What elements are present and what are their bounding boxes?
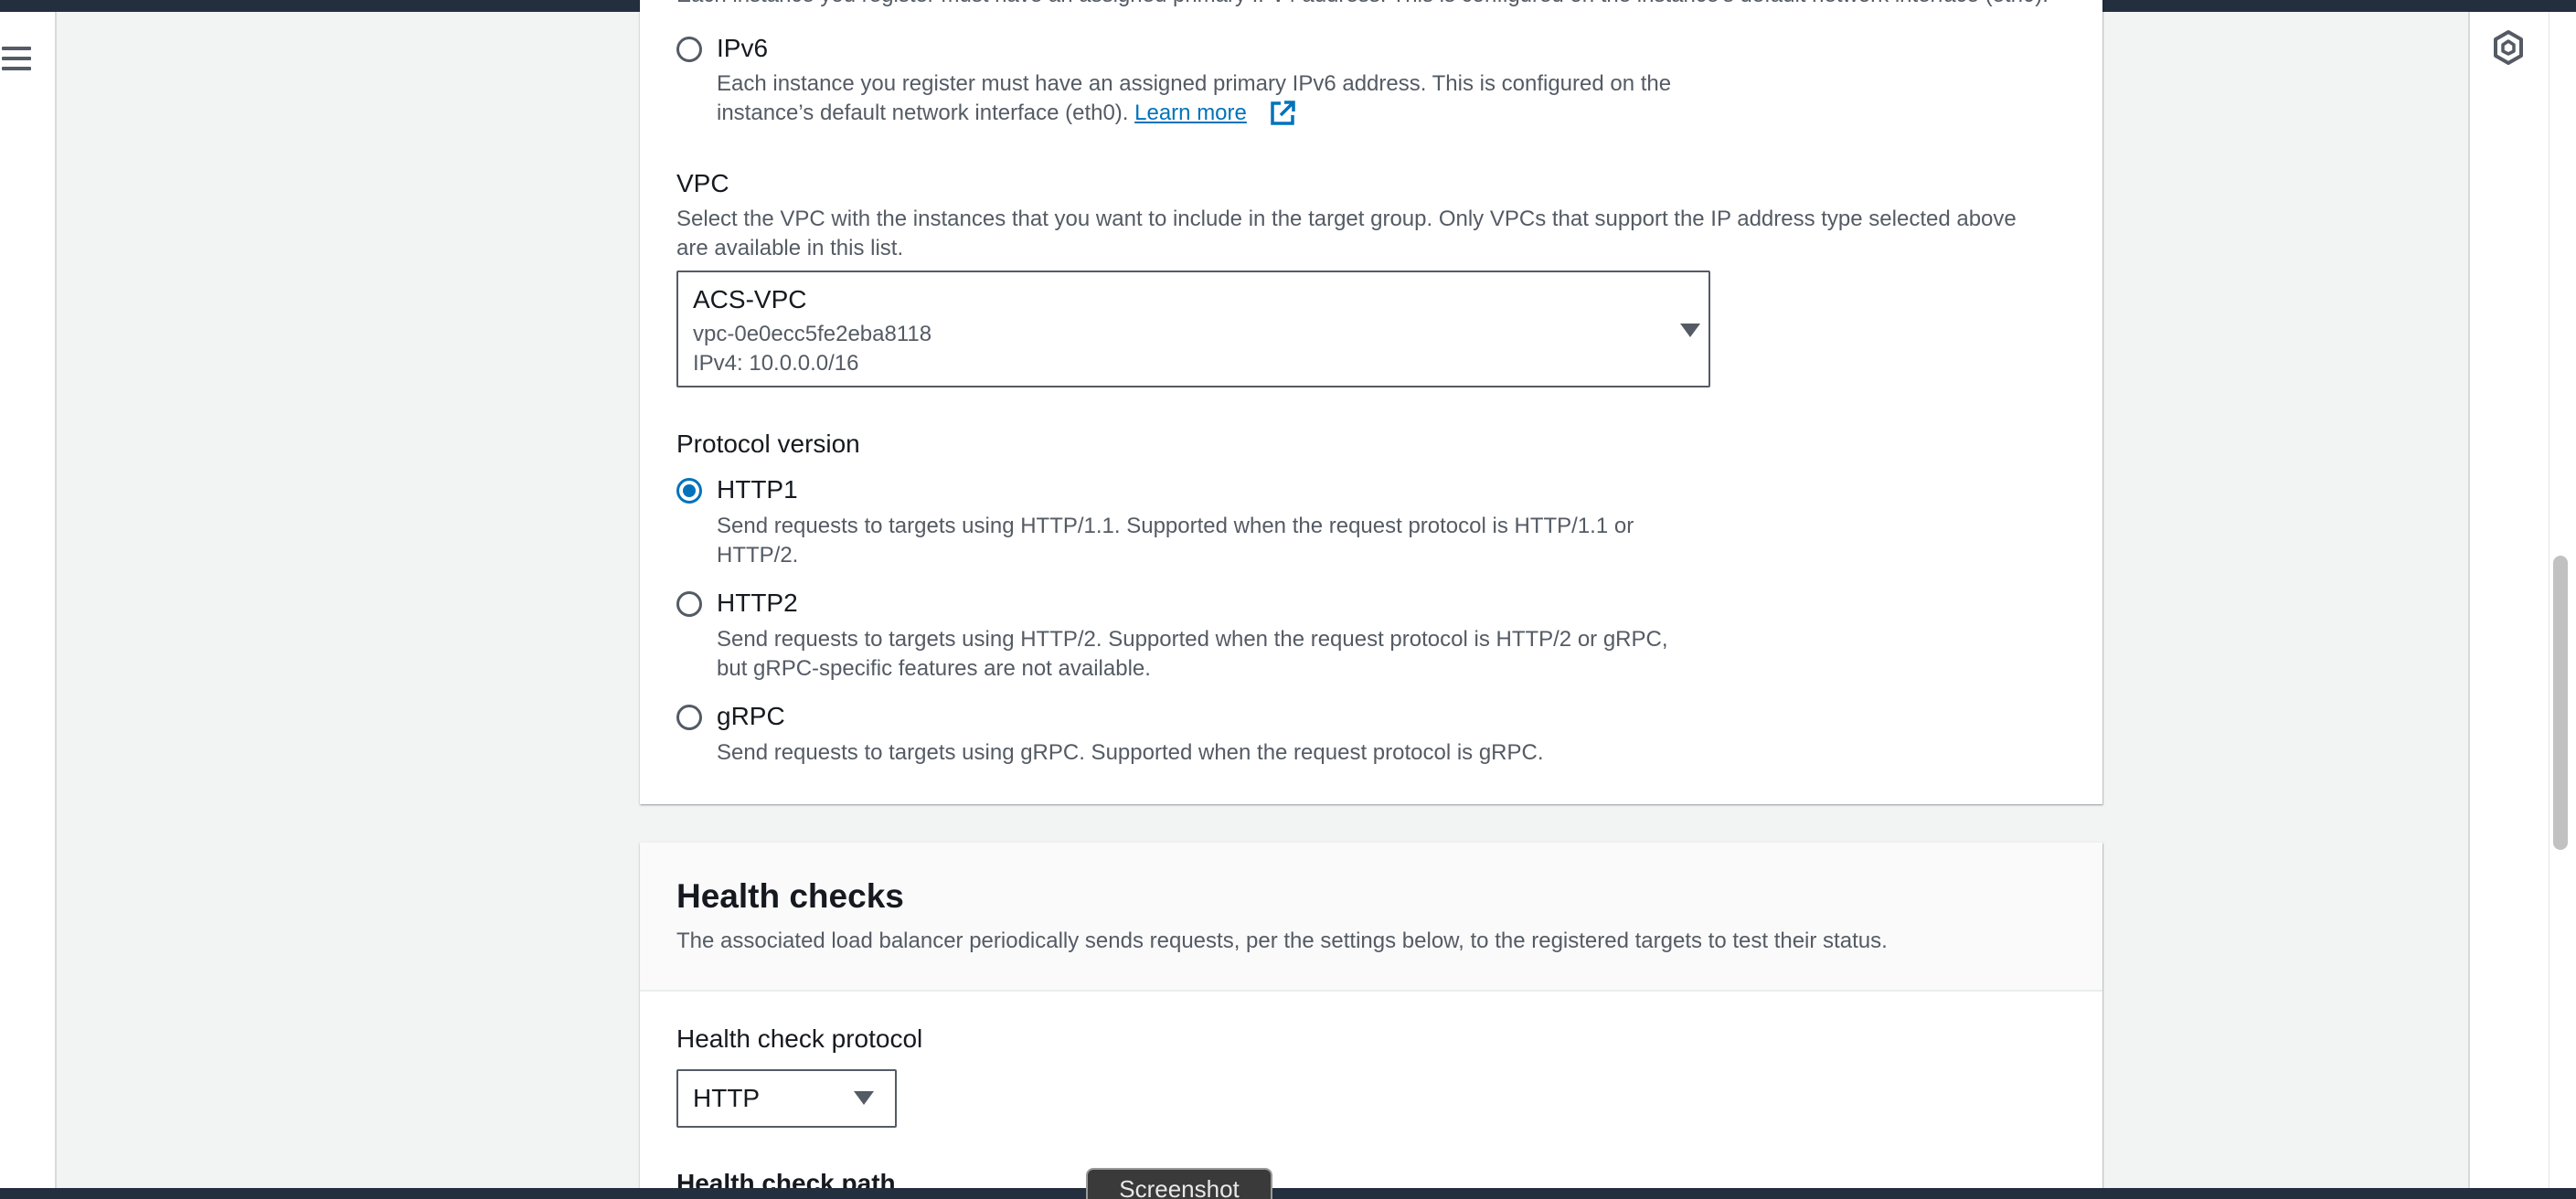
vpc-selected-cidr: IPv4: 10.0.0.0/16 [693,351,859,376]
screenshot-tooltip[interactable]: Screenshot [1086,1168,1272,1199]
radio-http2-label: HTTP2 [717,589,798,617]
scrollbar-thumb[interactable] [2553,556,2568,850]
vpc-selected-id: vpc-0e0ecc5fe2eba8118 [693,322,932,346]
http1-description-line2: HTTP/2. [717,543,799,568]
vpc-select[interactable]: ACS-VPC vpc-0e0ecc5fe2eba8118 IPv4: 10.0… [676,271,1710,387]
health-checks-title: Health checks [676,877,904,915]
radio-http1-label: HTTP1 [717,475,798,504]
left-navigation-rail [0,12,57,1188]
vpc-selected-name: ACS-VPC [693,285,807,313]
caret-down-icon [1680,324,1700,337]
http2-description-line2: but gRPC-specific features are not avail… [717,656,1151,681]
external-link-icon[interactable] [1269,100,1296,127]
caret-down-icon [854,1091,874,1105]
health-checks-header: Health checks The associated load balanc… [640,843,2102,992]
protocol-version-label: Protocol version [676,430,860,458]
vpc-description-line1: Select the VPC with the instances that y… [676,207,2017,231]
ipv6-description-line1: Each instance you register must have an … [717,71,1672,96]
radio-grpc-label: gRPC [717,702,785,730]
radio-ipv6[interactable] [676,37,702,62]
health-checks-description: The associated load balancer periodicall… [676,928,1888,953]
health-check-protocol-value: HTTP [693,1084,761,1112]
target-group-settings-card: Each instance you register must have an … [640,0,2102,804]
health-check-protocol-label: Health check protocol [676,1024,923,1053]
health-checks-card: Health checks The associated load balanc… [640,843,2102,1197]
radio-http1[interactable] [676,478,702,504]
ipv6-description-line2: instance’s default network interface (et… [717,99,1247,128]
right-tools-rail [2468,12,2549,1188]
http2-description-line1: Send requests to targets using HTTP/2. S… [717,627,1668,652]
ipv6-description-text: instance’s default network interface (et… [717,101,1129,125]
health-check-protocol-select[interactable]: HTTP [676,1069,897,1128]
http1-description-line1: Send requests to targets using HTTP/1.1.… [717,514,1634,538]
bottom-bar [0,1188,2576,1199]
shield-icon[interactable] [2492,29,2525,66]
radio-grpc[interactable] [676,705,702,730]
radio-http2[interactable] [676,591,702,617]
radio-ipv6-label: IPv6 [717,34,769,62]
vpc-label: VPC [676,169,729,197]
truncated-description: Each instance you register must have an … [676,0,2102,10]
menu-icon[interactable] [2,47,31,70]
learn-more-link[interactable]: Learn more [1134,101,1247,125]
grpc-description-line1: Send requests to targets using gRPC. Sup… [717,740,1544,765]
vpc-description-line2: are available in this list. [676,236,904,260]
